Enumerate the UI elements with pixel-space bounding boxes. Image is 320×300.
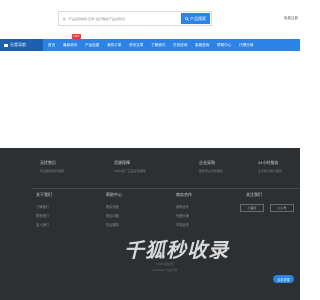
- footer-link[interactable]: 联系我们: [36, 213, 52, 218]
- nav-item-help[interactable]: 帮助中心: [217, 39, 231, 51]
- footer-link[interactable]: 加入我们: [36, 222, 52, 227]
- footer-col-business: 商务合作 采购合作 代理分销 市场合作: [176, 192, 192, 231]
- follow-buttons: 小程序 公众号: [240, 204, 294, 212]
- category-nav-button[interactable]: 分类导航: [0, 39, 43, 51]
- footer-divider: [32, 188, 300, 189]
- nav-item-news[interactable]: 最新资讯: [63, 39, 77, 51]
- page: 产品搜索 免费注册 HOT 分类导航 首页 最新资讯 产品品鉴 我的订单 资讯文…: [0, 0, 300, 300]
- feature-subtitle: 服务专业高效便捷: [199, 169, 224, 173]
- feature-subtitle: 100%原厂正品货源保障: [114, 169, 146, 173]
- header: 产品搜索 免费注册: [0, 0, 300, 36]
- feature-title: 货源保障: [114, 160, 130, 165]
- footer-col-heading: 商务合作: [176, 192, 192, 197]
- footer-col-follow: 关注我们: [246, 192, 262, 204]
- official-account-button[interactable]: 公众号: [270, 204, 294, 212]
- footer-link[interactable]: 采购合作: [176, 204, 192, 209]
- footer-col-heading: 关于我们: [36, 192, 52, 197]
- register-link[interactable]: 免费注册: [284, 16, 298, 21]
- feature-title: 24小时服务: [258, 160, 279, 165]
- nav-item-home[interactable]: 首页: [48, 39, 55, 51]
- nav-item-orders[interactable]: 我的订单: [107, 39, 121, 51]
- nav-item-about[interactable]: 了解我们: [151, 39, 165, 51]
- feature-title: 企业采购: [199, 160, 215, 165]
- footer-link[interactable]: 代理分销: [176, 213, 192, 218]
- footer-link[interactable]: 常见问题: [106, 213, 122, 218]
- footer-link[interactable]: 购买流程: [106, 204, 122, 209]
- nav-item-articles[interactable]: 资讯文章: [129, 39, 143, 51]
- footer-col-heading: 关注我们: [246, 192, 262, 197]
- feature-after-sales: 无忧售后 售后服务我们保障: [40, 160, 64, 173]
- main-nav: 分类导航 首页 最新资讯 产品品鉴 我的订单 资讯文章 了解我们 在线咨询 客服…: [0, 39, 300, 51]
- nav-item-service[interactable]: 客服咨询: [195, 39, 209, 51]
- watermark-logo: 千狐秒收录: [124, 238, 229, 262]
- footer-col-about: 关于我们 了解我们 联系我们 加入我们: [36, 192, 52, 231]
- feature-supply: 货源保障 100%原厂正品货源保障: [114, 160, 146, 173]
- search-input[interactable]: [63, 14, 175, 24]
- mini-program-button[interactable]: 小程序: [240, 204, 264, 212]
- search-icon: [185, 16, 189, 21]
- watermark-badge[interactable]: 点击收录: [273, 275, 294, 283]
- search-box: 产品搜索: [58, 11, 212, 26]
- search-button[interactable]: 产品搜索: [181, 13, 210, 24]
- feature-subtitle: 全天候为客户服务: [258, 169, 283, 173]
- category-nav-label: 分类导航: [10, 42, 26, 47]
- feature-enterprise: 企业采购 服务专业高效便捷: [199, 160, 223, 173]
- nav-item-products[interactable]: 产品品鉴: [85, 39, 99, 51]
- search-button-label: 产品搜索: [190, 15, 206, 21]
- feature-24h: 24小时服务 全天候为客户服务: [258, 160, 282, 173]
- nav-item-consult[interactable]: 在线咨询: [173, 39, 187, 51]
- footer: 无忧售后 售后服务我们保障 货源保障 100%原厂正品货源保障 企业采购 服务专…: [0, 148, 300, 300]
- footer-col-help: 帮助中心 购买流程 常见问题 售后服务: [106, 192, 122, 231]
- copyright-line-2: Powered by 站点名称: [152, 269, 178, 272]
- feature-subtitle: 售后服务我们保障: [40, 169, 65, 173]
- feature-title: 无忧售后: [40, 160, 56, 165]
- footer-link[interactable]: 市场合作: [176, 222, 192, 227]
- nav-item-agent[interactable]: 代理分销: [239, 39, 253, 51]
- footer-link[interactable]: 售后服务: [106, 222, 122, 227]
- footer-col-heading: 帮助中心: [106, 192, 122, 197]
- menu-icon: [4, 43, 8, 47]
- footer-link[interactable]: 了解我们: [36, 204, 52, 209]
